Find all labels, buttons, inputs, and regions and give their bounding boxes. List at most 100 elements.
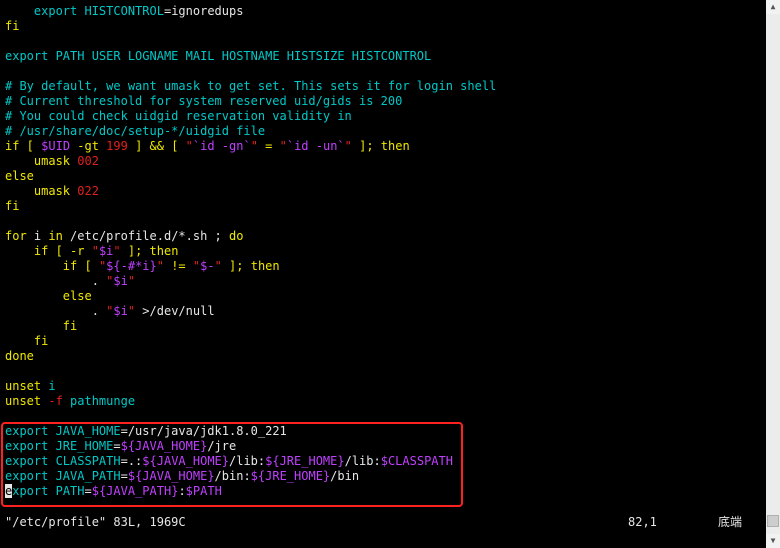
code-line[interactable]: fi	[5, 19, 760, 34]
code-token: JRE_HOME	[55, 439, 114, 453]
code-token: ${-#*i}	[106, 259, 157, 273]
code-token: JAVA_PATH	[55, 469, 121, 483]
code-token: /bin:	[214, 469, 251, 483]
code-token: =/usr/java/jdk1.8.0_221	[120, 424, 287, 438]
code-token: unset	[5, 394, 49, 408]
code-token: umask	[5, 154, 78, 168]
code-token: "	[185, 139, 193, 153]
code-line[interactable]: else	[5, 289, 760, 304]
code-line[interactable]: fi	[5, 199, 760, 214]
code-token: else	[5, 169, 34, 183]
scroll-down-arrow-icon[interactable]: ▼	[766, 534, 780, 548]
code-line[interactable]: export JRE_HOME=${JAVA_HOME}/jre	[5, 439, 760, 454]
code-token: ];	[120, 244, 150, 258]
code-token: done	[5, 349, 34, 363]
code-token: then	[149, 244, 179, 258]
vertical-scrollbar[interactable]: ▲ ▼	[766, 0, 780, 548]
status-file-info: "/etc/profile" 83L, 1969C	[5, 515, 186, 529]
code-token: export	[5, 454, 56, 468]
code-line[interactable]	[5, 214, 760, 229]
code-token: =	[257, 139, 280, 153]
code-token: "	[127, 274, 136, 288]
code-token: "	[113, 244, 121, 258]
code-line[interactable]: export JAVA_HOME=/usr/java/jdk1.8.0_221	[5, 424, 760, 439]
code-token: $i	[113, 304, 128, 318]
code-token: fi	[5, 334, 49, 348]
code-line[interactable]: # By default, we want umask to get set. …	[5, 79, 760, 94]
code-token: `id -un`	[286, 139, 345, 153]
code-token: $PATH	[185, 484, 222, 498]
code-line[interactable]: done	[5, 349, 760, 364]
code-line[interactable]: for i in /etc/profile.d/*.sh ; do	[5, 229, 760, 244]
status-scroll-position: 底端	[718, 515, 743, 529]
terminal-window[interactable]: export HISTCONTROL=ignoredups fi export PA…	[0, 0, 766, 548]
code-token: # By default, we want umask to get set. …	[5, 79, 497, 93]
code-token: ${JRE_HOME}	[265, 454, 345, 468]
code-line[interactable]: export PATH=${JAVA_PATH}:$PATH	[5, 484, 760, 499]
code-token: "	[250, 139, 258, 153]
code-token: /lib:	[229, 454, 266, 468]
code-line[interactable]	[5, 64, 760, 79]
code-line[interactable]: export PATH USER LOGNAME MAIL HOSTNAME H…	[5, 49, 760, 64]
code-token: export	[5, 469, 56, 483]
code-line[interactable]: fi	[5, 334, 760, 349]
code-token: PATH USER LOGNAME MAIL HOSTNAME HISTSIZE…	[55, 49, 432, 63]
code-line[interactable]: else	[5, 169, 760, 184]
code-token: # You could check uidgid reservation val…	[5, 109, 352, 123]
code-line[interactable]: # /usr/share/doc/setup-*/uidgid file	[5, 124, 760, 139]
code-line[interactable]: if [ $UID -gt 199 ] && [ "`id -gn`" = "`…	[5, 139, 760, 154]
code-token: xport	[12, 484, 56, 498]
code-token: $-	[200, 259, 215, 273]
code-token: $i	[98, 244, 114, 258]
code-token: .	[5, 304, 107, 318]
code-line[interactable]: export JAVA_PATH=${JAVA_HOME}/bin:${JRE_…	[5, 469, 760, 484]
code-line[interactable]: if [ -r "$i" ]; then	[5, 244, 760, 259]
code-token: $CLASSPATH	[380, 454, 453, 468]
code-token: -gt	[70, 139, 107, 153]
code-token: do	[229, 229, 244, 243]
code-line[interactable]	[5, 409, 760, 424]
code-line[interactable]: . "$i" >/dev/null	[5, 304, 760, 319]
code-token: =	[84, 484, 92, 498]
code-line[interactable]: umask 022	[5, 184, 760, 199]
code-line[interactable]: # Current threshold for system reserved …	[5, 94, 760, 109]
code-line[interactable]: . "$i"	[5, 274, 760, 289]
code-token: 002	[77, 154, 99, 168]
code-line[interactable]: fi	[5, 319, 760, 334]
code-line[interactable]: export CLASSPATH=.:${JAVA_HOME}/lib:${JR…	[5, 454, 760, 469]
code-token: else	[5, 289, 92, 303]
code-token: # /usr/share/doc/setup-*/uidgid file	[5, 124, 266, 138]
code-token: ];	[351, 139, 381, 153]
code-token: :	[178, 484, 186, 498]
code-line[interactable]: if [ "${-#*i}" != "$-" ]; then	[5, 259, 760, 274]
code-token: export	[5, 49, 56, 63]
code-line[interactable]: unset i	[5, 379, 760, 394]
code-token: ${JRE_HOME}	[250, 469, 331, 483]
scroll-up-arrow-icon[interactable]: ▲	[766, 0, 780, 14]
code-token: =.:	[120, 454, 143, 468]
vim-editor-buffer[interactable]: export HISTCONTROL=ignoredups fi export PA…	[5, 4, 760, 499]
code-token: fi	[5, 319, 78, 333]
code-token: if	[5, 139, 20, 153]
code-token: "	[91, 244, 99, 258]
code-token: HISTCONTROL	[84, 4, 164, 18]
code-line[interactable]: export HISTCONTROL=ignoredups	[5, 4, 760, 19]
code-token: export	[5, 424, 56, 438]
code-line[interactable]	[5, 364, 760, 379]
code-token: fi	[5, 199, 20, 213]
code-token: .	[5, 274, 107, 288]
code-token: if	[5, 259, 78, 273]
code-line[interactable]: unset -f pathmunge	[5, 394, 760, 409]
scrollbar-thumb[interactable]	[767, 515, 779, 527]
code-token: `id -gn`	[192, 139, 251, 153]
code-token: then	[380, 139, 410, 153]
code-token: umask	[5, 184, 78, 198]
code-token: /jre	[207, 439, 237, 453]
code-token: /etc/profile.d/*.sh ;	[62, 229, 229, 243]
status-cursor-position: 82,1	[628, 515, 657, 529]
code-token: -f	[48, 394, 63, 408]
code-line[interactable]: umask 002	[5, 154, 760, 169]
code-line[interactable]	[5, 34, 760, 49]
code-line[interactable]: # You could check uidgid reservation val…	[5, 109, 760, 124]
code-token: CLASSPATH	[55, 454, 121, 468]
